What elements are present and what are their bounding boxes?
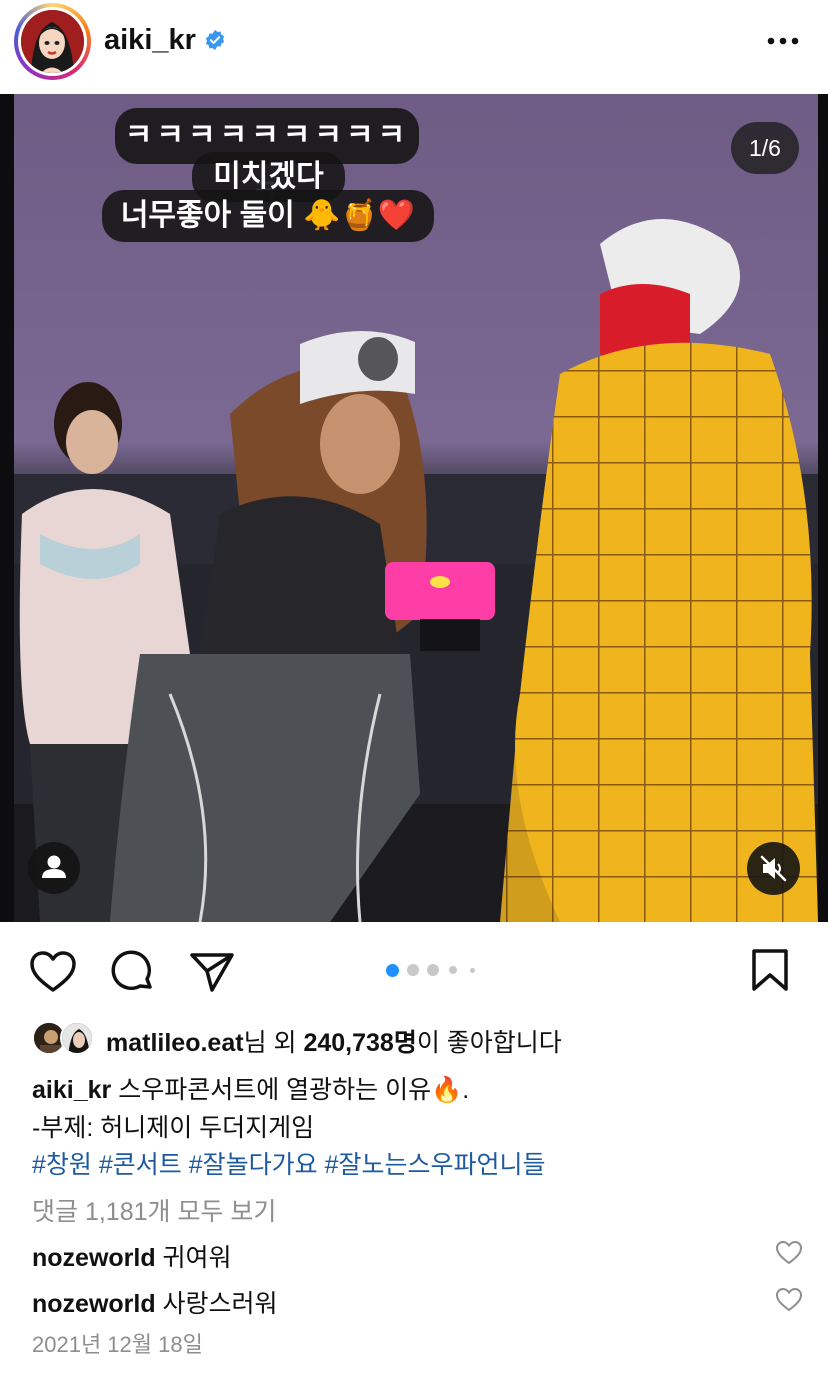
likes-middle: 님 외 (243, 1029, 304, 1057)
speaker-muted-icon (760, 855, 787, 882)
caption-username[interactable]: aiki_kr (32, 1076, 111, 1104)
hashtag[interactable]: #잘노는스우파언니들 (325, 1151, 546, 1179)
caption-hashtags: #창원 #콘서트 #잘놀다가요 #잘노는스우파언니들 (32, 1145, 545, 1181)
likes-text: matlileo.eat님 외 240,738명이 좋아합니다 (106, 1023, 562, 1059)
carousel-dot (386, 964, 399, 977)
comment-text: 귀여워 (155, 1244, 232, 1272)
post-username[interactable]: aiki_kr (104, 24, 196, 57)
post-media[interactable]: ㅋㅋㅋㅋㅋㅋㅋㅋㅋㅋ 미치겠다 너무좋아 둘이 🐥🍯❤️ 1/6 (0, 94, 828, 922)
heart-icon[interactable] (29, 950, 77, 994)
view-all-comments-link[interactable]: 댓글 1,181개 모두 보기 (32, 1192, 276, 1228)
person-icon (42, 855, 66, 878)
likes-summary[interactable]: matlileo.eat님 외 240,738명이 좋아합니다 (32, 1020, 812, 1060)
carousel-dot (449, 966, 457, 974)
caption-line-2: -부제: 허니제이 두더지게임 (32, 1114, 315, 1142)
hashtag[interactable]: #잘놀다가요 (189, 1151, 318, 1179)
comment-text: 사랑스러워 (155, 1290, 278, 1318)
post-date: 2021년 12월 18일 (32, 1332, 203, 1357)
comment-username[interactable]: nozeworld (32, 1244, 156, 1272)
carousel-dot (470, 968, 475, 973)
post-header: aiki_kr (0, 0, 828, 94)
mute-toggle-button[interactable] (747, 842, 800, 895)
more-horizontal-icon[interactable] (766, 27, 800, 55)
liker-username[interactable]: matlileo.eat (106, 1029, 244, 1057)
comment-heart-icon[interactable] (775, 1240, 803, 1266)
caption-text: 스우파콘서트에 열광하는 이유🔥. (111, 1076, 470, 1104)
comment-username[interactable]: nozeworld (32, 1290, 156, 1318)
comment-icon[interactable] (110, 949, 156, 995)
bookmark-icon[interactable] (750, 948, 790, 992)
liker-avatar (60, 1021, 94, 1055)
comment-heart-icon[interactable] (775, 1287, 803, 1313)
carousel-dot (427, 964, 439, 976)
comment-item: nozeworld 사랑스러워 (32, 1284, 278, 1320)
profile-avatar[interactable] (14, 3, 91, 80)
send-icon[interactable] (188, 950, 236, 994)
likes-suffix: 이 좋아합니다 (416, 1029, 562, 1057)
verified-badge-icon (205, 29, 225, 51)
overlay-text-line-3: 너무좋아 둘이 🐥🍯❤️ (102, 190, 434, 242)
hashtag[interactable]: #창원 (32, 1151, 92, 1179)
post-caption: aiki_kr 스우파콘서트에 열광하는 이유🔥. (32, 1070, 469, 1106)
likes-count[interactable]: 240,738명 (303, 1029, 416, 1057)
tagged-people-button[interactable] (28, 842, 80, 894)
comment-item: nozeworld 귀여워 (32, 1238, 232, 1274)
carousel-counter: 1/6 (731, 122, 799, 174)
carousel-dot (407, 964, 419, 976)
hashtag[interactable]: #콘서트 (99, 1151, 182, 1179)
